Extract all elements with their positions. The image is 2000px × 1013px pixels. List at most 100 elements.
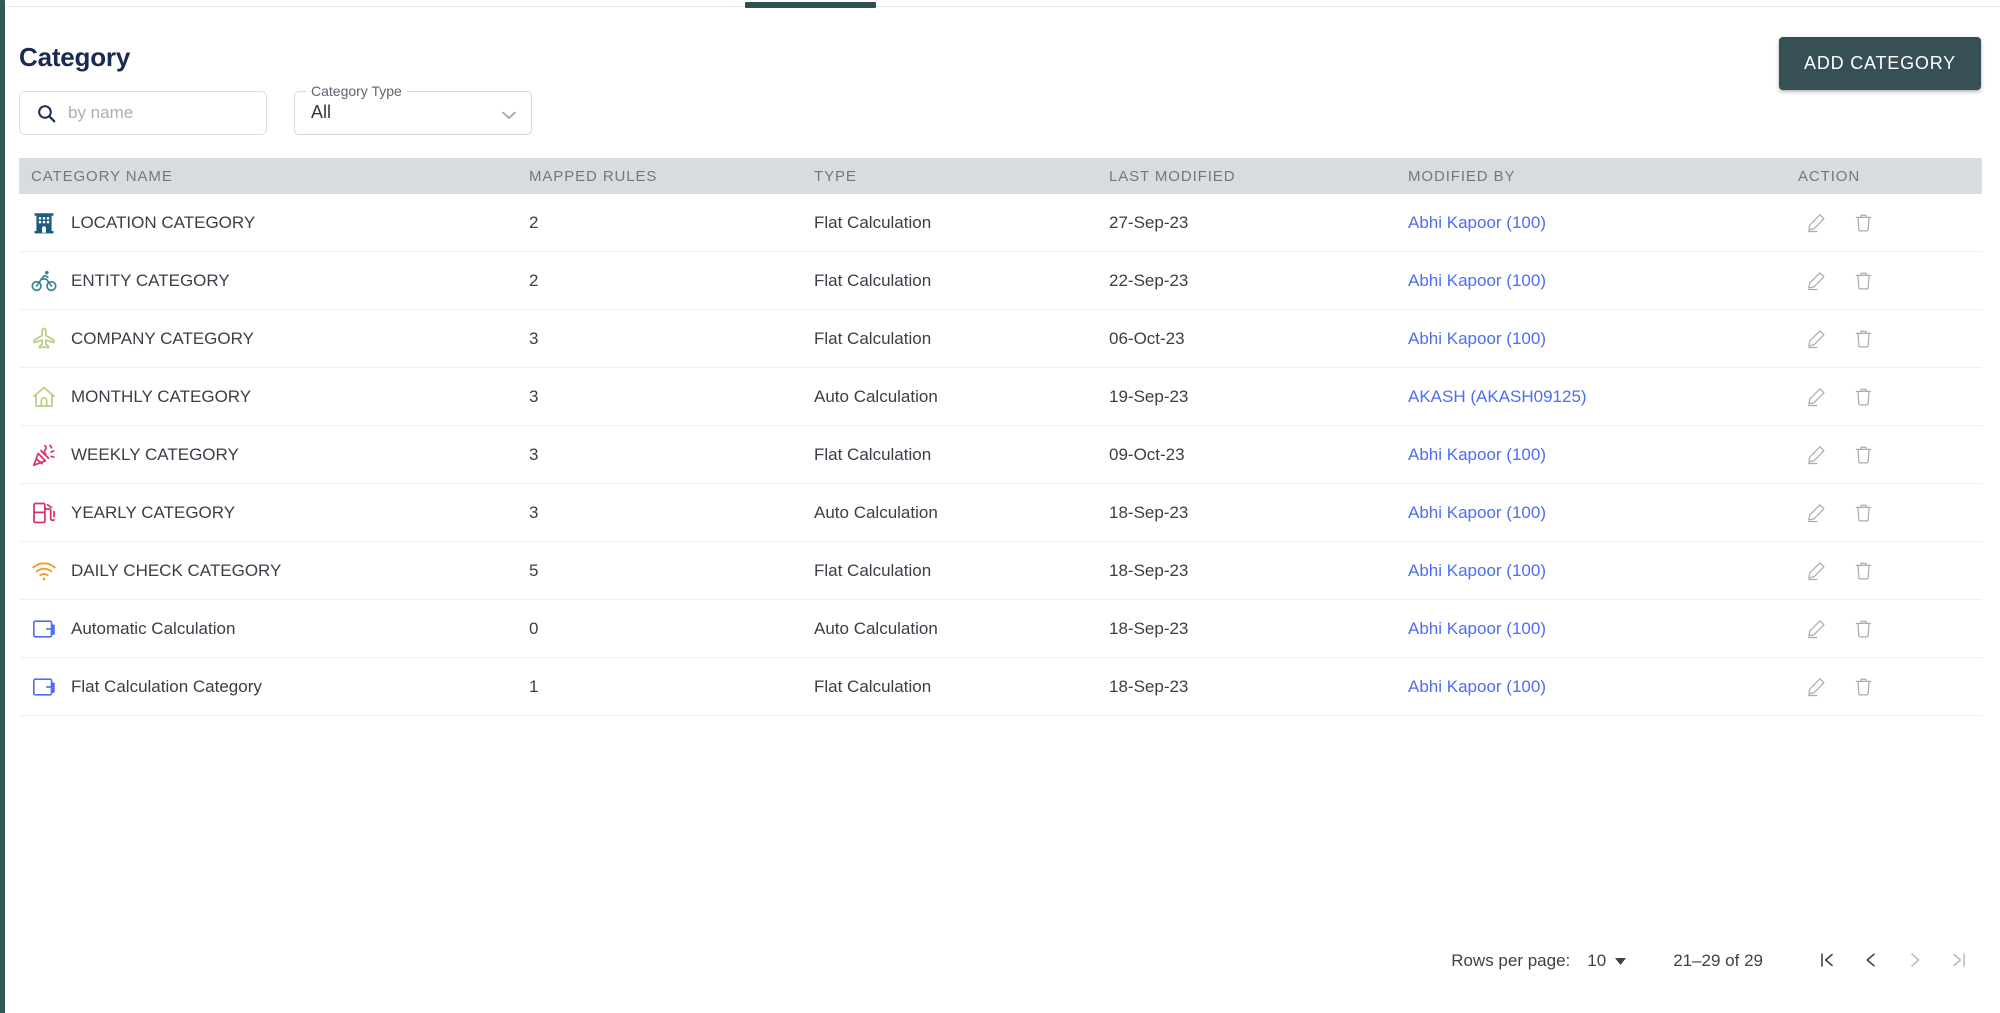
- cell-category-name: COMPANY CATEGORY: [71, 328, 254, 348]
- cell-last-modified: 22-Sep-23: [1109, 270, 1189, 290]
- cell-modified-by-link[interactable]: Abhi Kapoor (100): [1408, 561, 1546, 580]
- edit-row-button[interactable]: [1806, 502, 1827, 523]
- home-icon: [31, 384, 57, 410]
- cell-last-modified: 06-Oct-23: [1109, 328, 1185, 348]
- edit-row-button[interactable]: [1806, 212, 1827, 233]
- cell-last-modified: 09-Oct-23: [1109, 444, 1185, 464]
- cell-mapped-rules: 2: [529, 212, 539, 232]
- rows-per-page-select[interactable]: 10: [1587, 951, 1627, 971]
- cell-modified-by-link[interactable]: Abhi Kapoor (100): [1408, 503, 1546, 522]
- wallet-icon: [31, 674, 57, 700]
- airplane-icon: [31, 326, 57, 352]
- last-page-icon: [1949, 950, 1969, 973]
- cell-mapped-rules: 1: [529, 676, 539, 696]
- search-icon: [37, 104, 56, 123]
- category-type-label: Category Type: [306, 82, 407, 100]
- cell-modified-by-link[interactable]: Abhi Kapoor (100): [1408, 677, 1546, 696]
- cell-category-name: DAILY CHECK CATEGORY: [71, 560, 282, 580]
- first-page-icon: [1817, 950, 1837, 973]
- cell-type: Flat Calculation: [814, 270, 932, 290]
- wifi-icon: [31, 558, 57, 584]
- bicycle-icon: [31, 268, 57, 294]
- next-page-button[interactable]: [1893, 939, 1937, 983]
- first-page-button[interactable]: [1805, 939, 1849, 983]
- cell-type: Auto Calculation: [814, 618, 938, 638]
- search-input[interactable]: [68, 103, 243, 123]
- cell-category-name: ENTITY CATEGORY: [71, 270, 230, 290]
- delete-row-button[interactable]: [1853, 270, 1874, 291]
- cell-type: Flat Calculation: [814, 212, 932, 232]
- cell-mapped-rules: 3: [529, 328, 539, 348]
- table-row[interactable]: WEEKLY CATEGORY 3 Flat Calculation 09-Oct-2…: [19, 426, 1982, 484]
- cell-type: Flat Calculation: [814, 328, 932, 348]
- delete-row-button[interactable]: [1853, 444, 1874, 465]
- edit-row-button[interactable]: [1806, 386, 1827, 407]
- rows-per-page-label: Rows per page:: [1451, 951, 1571, 970]
- cell-mapped-rules: 0: [529, 618, 539, 638]
- category-type-select[interactable]: Category Type All: [294, 82, 532, 135]
- cell-type: Flat Calculation: [814, 560, 932, 580]
- cell-modified-by-link[interactable]: Abhi Kapoor (100): [1408, 445, 1546, 464]
- edit-row-button[interactable]: [1806, 328, 1827, 349]
- left-edge-rail: [0, 0, 5, 1013]
- party-popper-icon: [31, 442, 57, 468]
- cell-mapped-rules: 3: [529, 444, 539, 464]
- edit-row-button[interactable]: [1806, 270, 1827, 291]
- table-row[interactable]: MONTHLY CATEGORY 3 Auto Calculation 19-Sep-…: [19, 368, 1982, 426]
- category-type-value: All: [311, 102, 332, 122]
- table-row[interactable]: YEARLY CATEGORY 3 Auto Calculation 18-Sep-2…: [19, 484, 1982, 542]
- delete-row-button[interactable]: [1853, 560, 1874, 581]
- column-header-category-name: CATEGORY NAME: [31, 167, 173, 185]
- cell-last-modified: 18-Sep-23: [1109, 560, 1189, 580]
- column-header-last-modified: LAST MODIFIED: [1109, 167, 1236, 185]
- edit-row-button[interactable]: [1806, 676, 1827, 697]
- page-header: Category Category Type All ADD CATEGORY: [0, 6, 2000, 151]
- cell-category-name: Automatic Calculation: [71, 618, 236, 638]
- table-header-row: CATEGORY NAME MAPPED RULES TYPE LAST MOD…: [19, 158, 1982, 194]
- column-header-mapped-rules: MAPPED RULES: [529, 167, 658, 185]
- edit-row-button[interactable]: [1806, 444, 1827, 465]
- cell-modified-by-link[interactable]: Abhi Kapoor (100): [1408, 619, 1546, 638]
- table-body: LOCATION CATEGORY 2 Flat Calculation 27-Sep…: [19, 194, 1982, 716]
- table-row[interactable]: ENTITY CATEGORY 2 Flat Calculation 22-Sep-2…: [19, 252, 1982, 310]
- delete-row-button[interactable]: [1853, 676, 1874, 697]
- last-page-button[interactable]: [1937, 939, 1981, 983]
- edit-row-button[interactable]: [1806, 560, 1827, 581]
- table-row[interactable]: LOCATION CATEGORY 2 Flat Calculation 27-Sep…: [19, 194, 1982, 252]
- cell-last-modified: 19-Sep-23: [1109, 386, 1189, 406]
- cell-category-name: Flat Calculation Category: [71, 676, 262, 696]
- cell-mapped-rules: 5: [529, 560, 539, 580]
- cell-type: Auto Calculation: [814, 386, 938, 406]
- pagination-range-label: 21–29 of 29: [1673, 951, 1763, 970]
- column-header-type: TYPE: [814, 167, 857, 185]
- cell-mapped-rules: 3: [529, 386, 539, 406]
- table-row[interactable]: Flat Calculation Category 1 Flat Calculati…: [19, 658, 1982, 716]
- delete-row-button[interactable]: [1853, 212, 1874, 233]
- table-row[interactable]: Automatic Calculation 0 Auto Calculation 18…: [19, 600, 1982, 658]
- cell-type: Auto Calculation: [814, 502, 938, 522]
- category-page: Category Category Type All ADD CATEGORY: [0, 0, 2000, 1013]
- table-row[interactable]: COMPANY CATEGORY 3 Flat Calculation 06-Oct-…: [19, 310, 1982, 368]
- previous-page-button[interactable]: [1849, 939, 1893, 983]
- delete-row-button[interactable]: [1853, 386, 1874, 407]
- table-row[interactable]: DAILY CHECK CATEGORY 5 Flat Calculation 18-…: [19, 542, 1982, 600]
- cell-modified-by-link[interactable]: Abhi Kapoor (100): [1408, 213, 1546, 232]
- wallet-icon: [31, 616, 57, 642]
- cell-modified-by-link[interactable]: Abhi Kapoor (100): [1408, 271, 1546, 290]
- column-header-modified-by: MODIFIED BY: [1408, 167, 1516, 185]
- chevron-down-icon[interactable]: [502, 107, 516, 119]
- cell-type: Flat Calculation: [814, 676, 932, 696]
- search-box[interactable]: [19, 91, 267, 135]
- delete-row-button[interactable]: [1853, 328, 1874, 349]
- cell-mapped-rules: 2: [529, 270, 539, 290]
- cell-modified-by-link[interactable]: Abhi Kapoor (100): [1408, 329, 1546, 348]
- edit-row-button[interactable]: [1806, 618, 1827, 639]
- delete-row-button[interactable]: [1853, 618, 1874, 639]
- cell-mapped-rules: 3: [529, 502, 539, 522]
- delete-row-button[interactable]: [1853, 502, 1874, 523]
- cell-modified-by-link[interactable]: AKASH (AKASH09125): [1408, 387, 1587, 406]
- rows-per-page-value: 10: [1587, 951, 1607, 970]
- add-category-button[interactable]: ADD CATEGORY: [1779, 37, 1981, 90]
- cell-last-modified: 18-Sep-23: [1109, 676, 1189, 696]
- cell-last-modified: 18-Sep-23: [1109, 618, 1189, 638]
